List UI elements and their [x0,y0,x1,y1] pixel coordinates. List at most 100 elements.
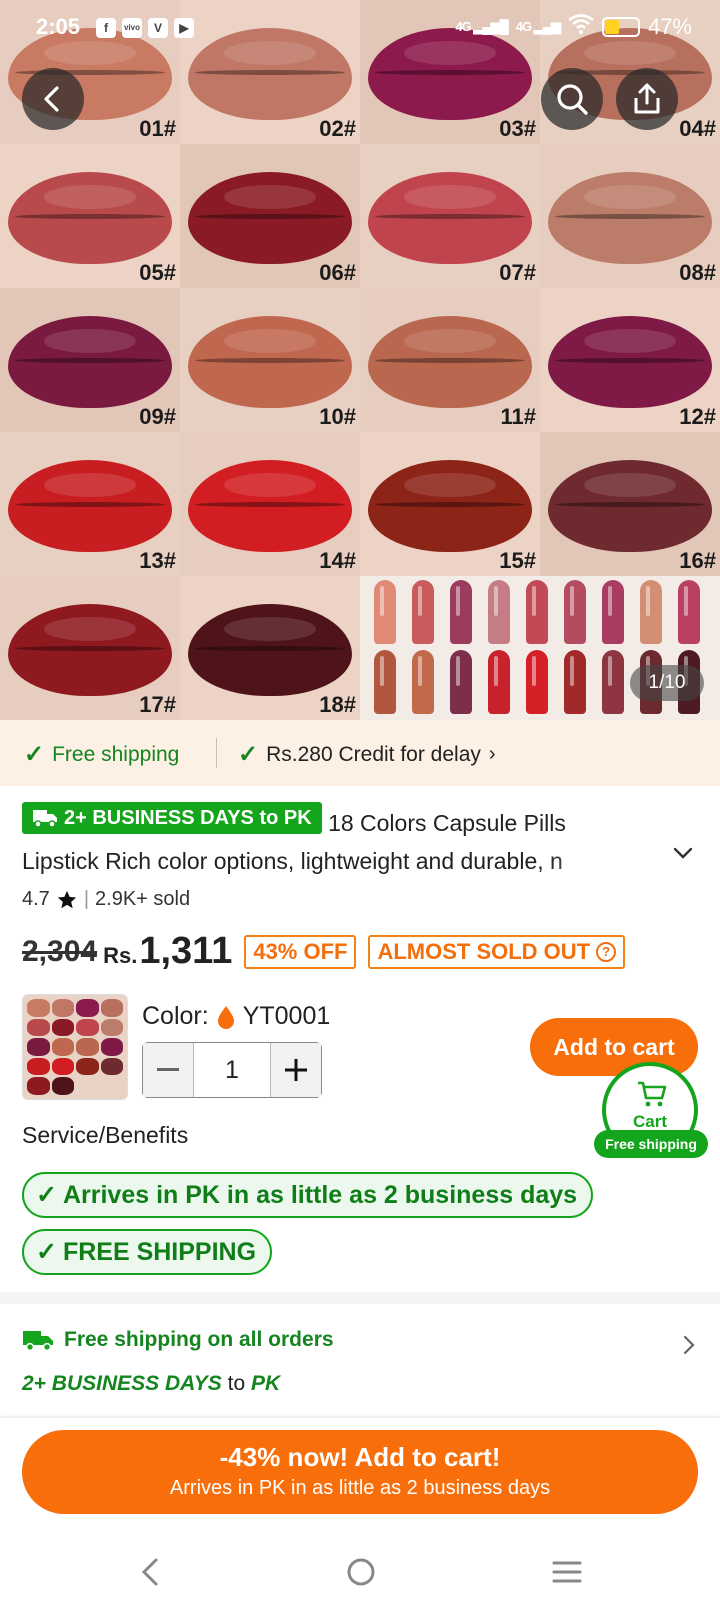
thumbnail-swatch [76,1038,99,1056]
status-bar: 2:05 f vivo V ▶ 4G ▂▄▆█ 4G ▂▄▆ 47% [0,0,720,56]
share-button[interactable] [616,68,678,130]
thumbnail-swatch [51,1057,74,1076]
product-title[interactable]: 2+ BUSINESS DAYS to PK 18 Colors Capsule… [22,802,672,880]
lip-swatch-17: 17# [0,576,180,720]
section-divider [0,1292,720,1304]
vivo-icon: vivo [122,18,142,38]
shade-code: 08# [679,260,716,285]
color-selector[interactable]: Color: YT0001 [142,1002,330,1031]
price-row: 2,304 Rs. 1,311 43% OFF ALMOST SOLD OUT … [22,930,626,973]
back-button[interactable] [22,68,84,130]
lips-image [368,460,532,552]
thumbnail-swatch [27,999,50,1017]
shipping-details-chevron[interactable] [682,1334,696,1361]
check-icon: ✓ [36,1181,57,1209]
shade-code: 07# [499,260,536,285]
decrease-quantity-button[interactable] [143,1043,193,1097]
cart-icon [638,1081,667,1107]
lips-image [188,604,352,696]
help-icon: ? [596,941,617,962]
star-icon [57,890,76,908]
increase-quantity-button[interactable] [271,1043,321,1097]
thumbnail-swatch [76,1018,99,1037]
minus-icon [157,1068,179,1071]
rating-row[interactable]: 4.7 | 2.9K+ sold [22,888,190,911]
thumbnail-swatch [51,1038,74,1056]
lips-image [8,460,172,552]
check-icon: ✓ [24,741,45,768]
vimeo-icon: V [148,18,168,38]
product-image-gallery[interactable]: 18# 17# 16# 15# 14# 13# 12# 11# 10# 09# 08# 07# 06# 0… [0,0,720,720]
shade-code: 05# [139,260,176,285]
delivery-badge: 2+ BUSINESS DAYS to PK [22,802,322,834]
nav-back-button[interactable] [138,1554,162,1595]
quantity-stepper[interactable]: 1 [142,1042,322,1098]
nav-home-button[interactable] [344,1554,378,1595]
cart-free-shipping-badge: Free shipping [594,1130,708,1158]
shade-code: 09# [139,404,176,429]
shade-code: 16# [679,548,716,573]
shipping-benefits-strip[interactable]: ✓ Free shipping ✓ Rs.280 Credit for dela… [0,720,720,786]
service-benefits-title: Service/Benefits [22,1122,189,1148]
chevron-right-icon: › [488,743,496,765]
thumbnail-swatch [100,1038,123,1056]
lipstick-capsule [450,650,472,714]
lip-swatch-05: 05# [0,144,180,288]
shade-code: 18# [319,692,356,717]
signal-icon-2: 4G ▂▄▆ [515,19,561,34]
lipstick-capsule [602,580,624,644]
search-button[interactable] [541,68,603,130]
currency: Rs. [103,942,138,968]
thumbnail-swatch [51,1018,74,1037]
thumbnail-swatch [100,999,123,1017]
shade-code: 10# [319,404,356,429]
lip-swatch-13: 13# [0,432,180,576]
lips-image [548,460,712,552]
shipping-info-row[interactable]: Free shipping on all orders [22,1328,334,1352]
truck-icon [33,810,57,828]
notification-icons: f vivo V ▶ [96,18,194,38]
thumbnail-swatch [76,1057,99,1076]
lipstick-capsule [526,580,548,644]
shade-code: 11# [500,404,537,429]
quantity-value[interactable]: 1 [193,1043,271,1097]
check-icon: ✓ [238,741,259,768]
thumbnail-swatch [100,1018,123,1037]
lips-image [8,172,172,264]
benefit-free-shipping-pill[interactable]: ✓ FREE SHIPPING [22,1229,273,1275]
thumbnail-swatch [27,1057,50,1076]
thumbnail-swatch [27,1077,50,1095]
youtube-icon: ▶ [174,18,194,38]
shade-code: 02# [319,116,356,141]
lipstick-capsule [564,650,586,714]
lip-swatch-11: 11# [360,288,540,432]
lipstick-capsule [526,650,548,714]
lip-swatch-15: 15# [360,432,540,576]
stock-tag[interactable]: ALMOST SOLD OUT ? [368,934,626,969]
lips-image [188,172,352,264]
truck-icon [23,1331,53,1352]
lips-image [188,316,352,408]
lip-swatch-07: 07# [360,144,540,288]
lips-image [368,316,532,408]
discount-tag: 43% OFF [244,934,357,969]
battery-percent: 47% [647,14,692,39]
lip-swatch-14: 14# [180,432,360,576]
free-shipping-tag: ✓ Free shipping [24,741,180,768]
chevron-down-icon [673,847,693,859]
expand-title-button[interactable] [672,846,694,865]
thumbnail-swatch [27,1018,50,1037]
lipstick-capsule [450,580,472,644]
delay-credit-link[interactable]: ✓ Rs.280 Credit for delay › [238,740,496,769]
nav-menu-button[interactable] [552,1554,582,1595]
shade-code: 01# [139,116,176,141]
benefit-arrives-pill[interactable]: ✓ Arrives in PK in as little as 2 busine… [22,1172,594,1218]
lip-swatch-08: 08# [540,144,720,288]
share-icon [634,83,660,114]
lipstick-capsule [412,580,434,644]
variant-thumbnail[interactable] [22,994,128,1100]
add-to-cart-cta-button[interactable]: -43% now! Add to cart! Arrives in PK in … [22,1430,698,1514]
delivery-estimate: 2+ BUSINESS DAYS to PK [22,1372,281,1395]
chevron-right-icon [683,1335,695,1355]
shade-code: 13# [139,548,176,573]
